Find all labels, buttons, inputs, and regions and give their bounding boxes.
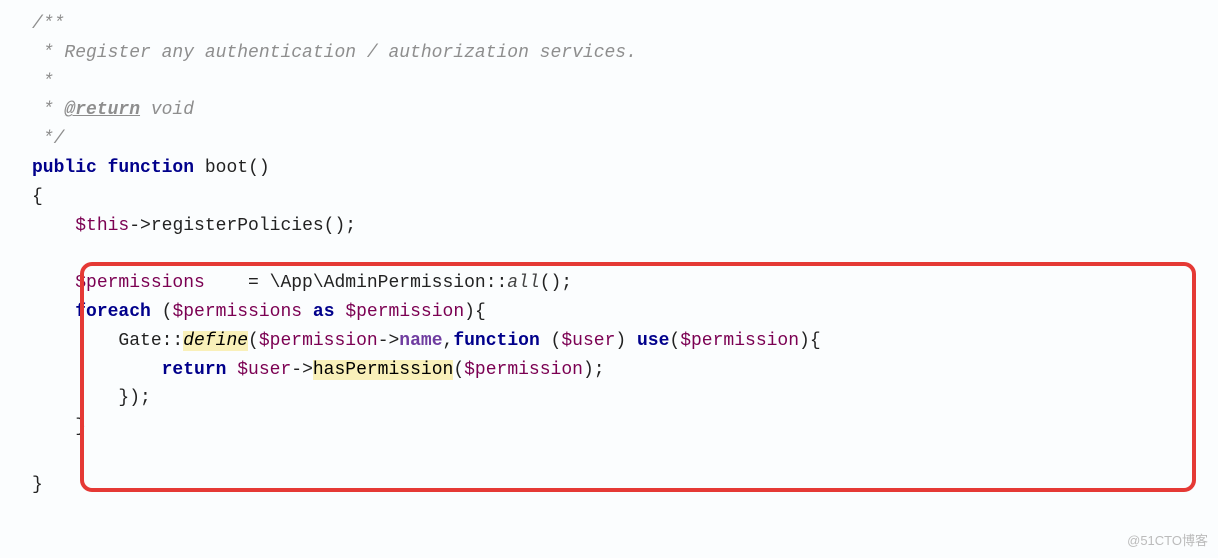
brace-close: } [32, 475, 43, 495]
fn-boot: boot [205, 158, 248, 178]
return-tag: @return [64, 100, 140, 120]
kw-function: function [108, 158, 194, 178]
highlight-box [80, 262, 1196, 492]
call-register-policies: ->registerPolicies(); [129, 216, 356, 236]
var-this: $this [75, 216, 129, 236]
watermark: @51CTO博客 [1127, 531, 1208, 552]
comment-line: * Register any authentication / authoriz… [32, 43, 637, 63]
brace-open: { [32, 187, 43, 207]
comment-line: * [32, 72, 54, 92]
code-block: /** * Register any authentication / auth… [0, 0, 1218, 558]
comment-line: /** [32, 14, 64, 34]
comment-line: */ [32, 129, 64, 149]
kw-public: public [32, 158, 97, 178]
comment-line: * @return void [32, 100, 194, 120]
